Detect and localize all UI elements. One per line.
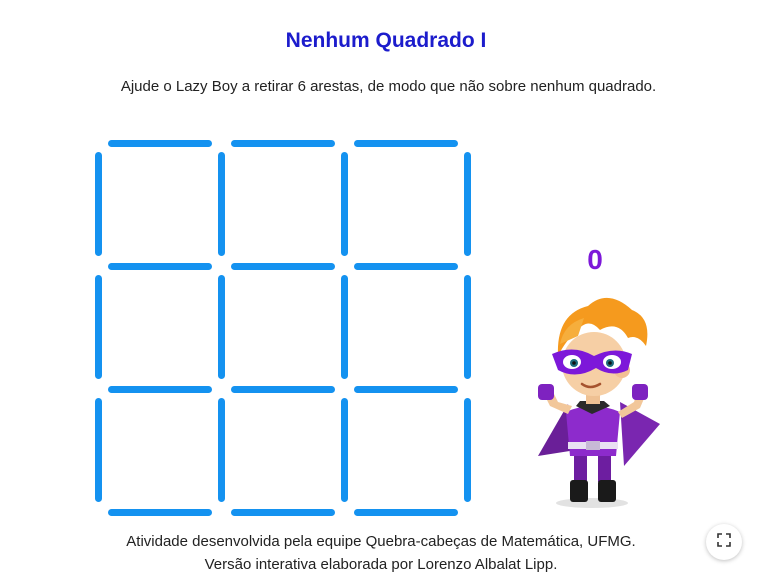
edge-h-0-0[interactable] xyxy=(108,140,212,147)
edge-v-1-1[interactable] xyxy=(218,275,225,379)
edge-v-2-2[interactable] xyxy=(341,398,348,502)
edge-h-1-0[interactable] xyxy=(108,263,212,270)
edge-h-0-2[interactable] xyxy=(354,140,458,147)
edge-h-2-1[interactable] xyxy=(231,386,335,393)
edge-h-3-1[interactable] xyxy=(231,509,335,516)
edge-h-1-1[interactable] xyxy=(231,263,335,270)
edge-h-3-2[interactable] xyxy=(354,509,458,516)
edge-v-0-2[interactable] xyxy=(341,152,348,256)
edge-v-2-1[interactable] xyxy=(218,398,225,502)
edge-v-1-2[interactable] xyxy=(341,275,348,379)
page-title: Nenhum Quadrado I xyxy=(285,29,487,52)
matchstick-board xyxy=(90,138,480,523)
edge-v-0-3[interactable] xyxy=(464,152,471,256)
edge-h-2-0[interactable] xyxy=(108,386,212,393)
edge-h-3-0[interactable] xyxy=(108,509,212,516)
edge-v-0-1[interactable] xyxy=(218,152,225,256)
removed-count: 0 xyxy=(587,244,603,275)
edge-v-0-0[interactable] xyxy=(95,152,102,256)
edge-h-0-1[interactable] xyxy=(231,140,335,147)
edge-v-2-3[interactable] xyxy=(464,398,471,502)
edge-v-2-0[interactable] xyxy=(95,398,102,502)
edge-h-2-2[interactable] xyxy=(354,386,458,393)
edge-h-1-2[interactable] xyxy=(354,263,458,270)
credits-line-2: Versão interativa elaborada por Lorenzo … xyxy=(204,556,558,573)
edge-v-1-3[interactable] xyxy=(464,275,471,379)
fullscreen-icon xyxy=(717,532,731,552)
edge-v-1-0[interactable] xyxy=(95,275,102,379)
fullscreen-button[interactable] xyxy=(706,524,742,560)
lazy-boy-character xyxy=(528,284,668,509)
instructions-text: Ajude o Lazy Boy a retirar 6 arestas, de… xyxy=(120,78,657,95)
credits-line-1: Atividade desenvolvida pela equipe Quebr… xyxy=(126,533,636,550)
